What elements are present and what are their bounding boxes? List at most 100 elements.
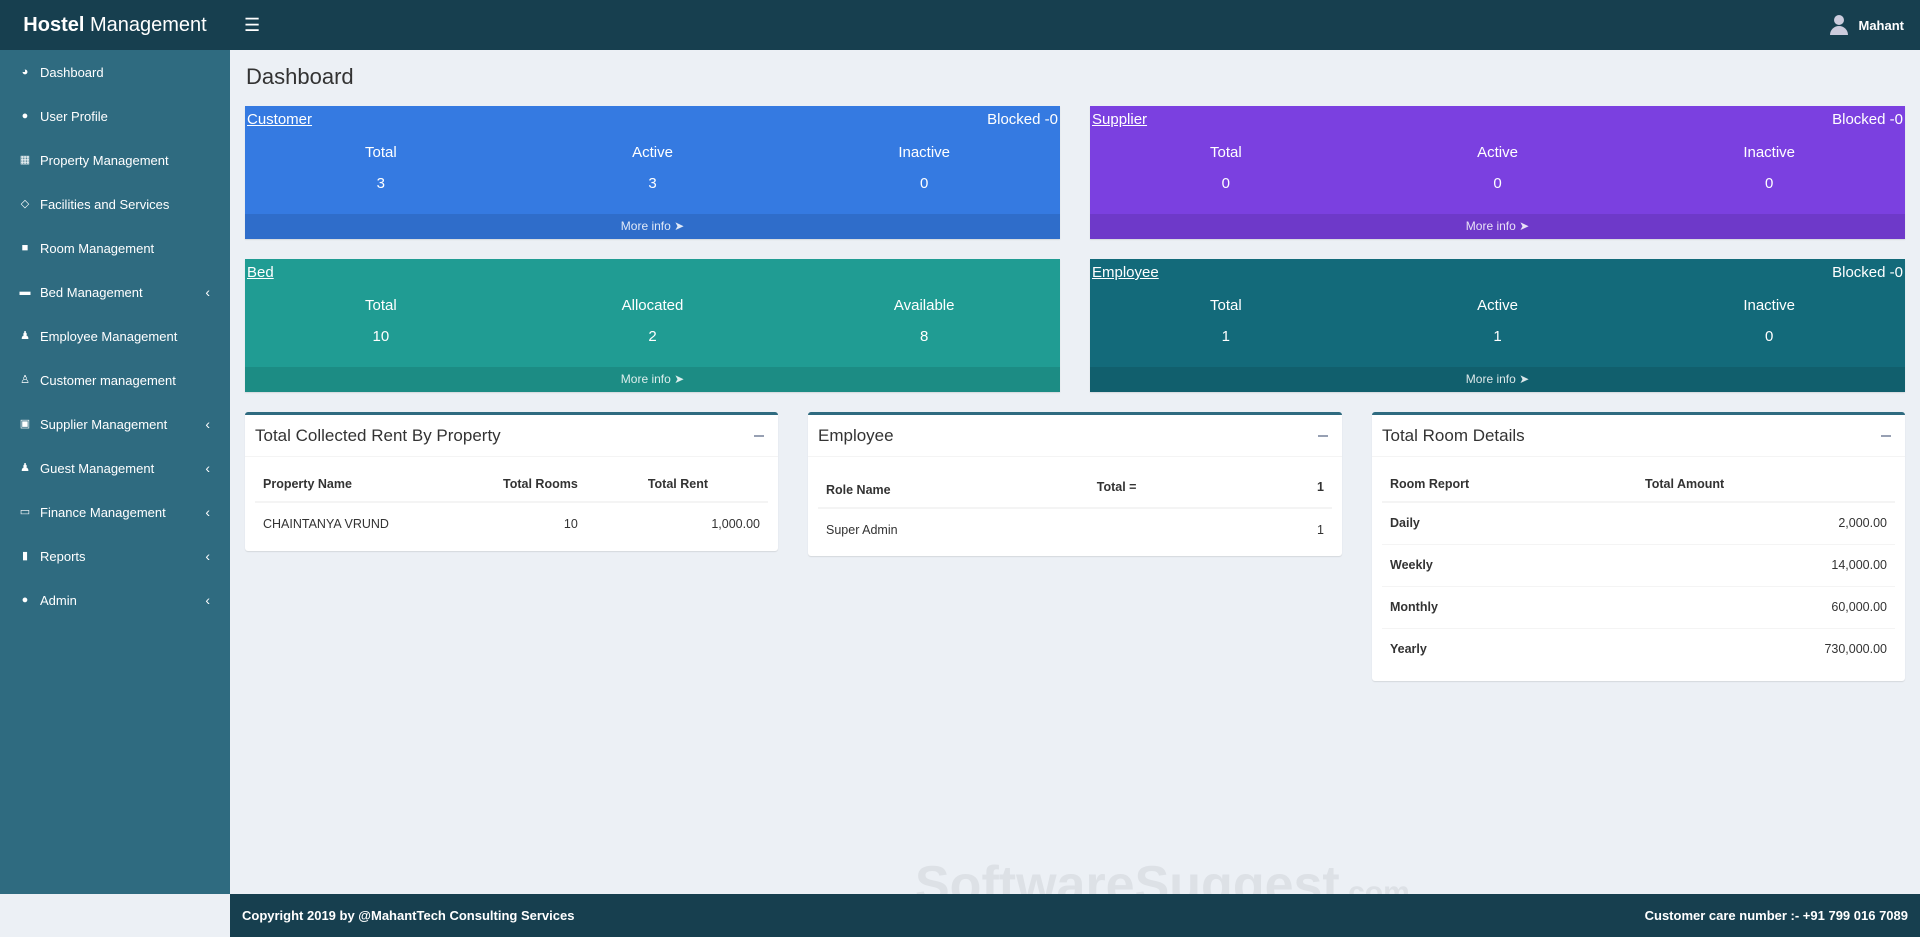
bed-link[interactable]: Bed: [247, 264, 274, 289]
blocked-count: Blocked -0: [1832, 111, 1903, 128]
brand-rest: Management: [89, 13, 207, 36]
stat-label: Active: [1477, 297, 1518, 314]
employee-link[interactable]: Employee: [1092, 264, 1159, 289]
supplier-link[interactable]: Supplier: [1092, 111, 1147, 136]
cell: Weekly: [1382, 543, 1637, 586]
more-info-link[interactable]: More info ➤: [245, 214, 1060, 239]
sidebar-item-facilities-and-services[interactable]: ◇ Facilities and Services: [0, 182, 230, 226]
sidebar-item-employee-management[interactable]: ♟ Employee Management: [0, 314, 230, 358]
stat-label: Inactive: [898, 144, 951, 161]
col-header: 1: [1261, 467, 1332, 509]
more-info-link[interactable]: More info ➤: [1090, 214, 1905, 239]
stat-label: Total: [1209, 297, 1242, 314]
sidebar-item-bed-management[interactable]: ▬ Bed Management ‹: [0, 270, 230, 314]
sidebar-item-dashboard[interactable]: ◕ Dashboard: [0, 50, 230, 94]
stat-column: Available 8: [788, 289, 1060, 367]
sidebar-item-label: Room Management: [40, 240, 155, 256]
sidebar-item-admin[interactable]: ● Admin ‹: [0, 578, 230, 622]
brand-logo[interactable]: Hostel Management: [0, 14, 230, 37]
sidebar-item-label: Property Management: [40, 152, 169, 168]
stat-column: Total 0: [1090, 136, 1362, 214]
user-icon: ●: [21, 110, 29, 122]
room-details-box: Total Room Details Room Report Total Amou…: [1372, 412, 1905, 681]
chevron-left-icon[interactable]: ‹: [205, 592, 210, 608]
sidebar-item-customer-management[interactable]: ♙ Customer management: [0, 358, 230, 402]
more-info-link[interactable]: More info ➤: [1090, 367, 1905, 392]
sidebar-item-user-profile[interactable]: ● User Profile: [0, 94, 230, 138]
box-title: Total Collected Rent By Property: [255, 425, 501, 445]
cell: 1,000.00: [585, 501, 768, 544]
col-header: Total Amount: [1637, 467, 1895, 503]
stat-value: 0: [1765, 328, 1774, 345]
blocked-count: Blocked -0: [987, 111, 1058, 128]
sidebar-item-label: Finance Management: [40, 504, 166, 520]
room-table: Room Report Total Amount Daily 2,000.00 Wee…: [1382, 467, 1895, 670]
money-icon: ▭: [19, 506, 31, 518]
top-navbar: Hostel Management ☰ Mahant: [0, 0, 1920, 50]
stat-value: 0: [920, 175, 929, 192]
table-row: CHAINTANYA VRUND 10 1,000.00: [255, 501, 768, 544]
users-icon: ♟: [20, 330, 30, 342]
stat-column: Active 3: [517, 136, 789, 214]
sidebar-item-guest-management[interactable]: ♟ Guest Management ‹: [0, 446, 230, 490]
sidebar: ◕ Dashboard ● User Profile ▦ Property Managem…: [0, 50, 230, 894]
chevron-left-icon[interactable]: ‹: [205, 416, 210, 432]
bed-icon: ▬: [19, 286, 31, 298]
user-plus-icon: ♙: [20, 374, 30, 386]
box-title: Employee: [818, 425, 894, 445]
stat-value: 8: [920, 328, 929, 345]
sidebar-item-label: Supplier Management: [40, 416, 168, 432]
arrow-circle-right-icon: ➤: [1519, 372, 1530, 386]
arrow-circle-right-icon: ➤: [674, 219, 685, 233]
stat-value: 1: [1221, 328, 1230, 345]
chevron-left-icon[interactable]: ‹: [205, 548, 210, 564]
collapse-icon[interactable]: [754, 435, 764, 437]
dashboard-icon: ◕: [21, 66, 29, 78]
user-menu[interactable]: Mahant: [1829, 0, 1904, 50]
sidebar-item-label: User Profile: [40, 108, 108, 124]
avatar-icon: [1829, 15, 1849, 35]
blocked-count: Blocked -0: [1832, 264, 1903, 281]
collapse-icon[interactable]: [1881, 435, 1891, 437]
chevron-left-icon[interactable]: ‹: [205, 504, 210, 520]
stat-column: Inactive 0: [1633, 136, 1905, 214]
stat-column: Total 1: [1090, 289, 1362, 367]
col-header: Total Rent: [585, 467, 768, 503]
more-info-link[interactable]: More info ➤: [245, 367, 1060, 392]
sidebar-item-label: Bed Management: [40, 284, 143, 300]
stat-column: Active 1: [1362, 289, 1634, 367]
cell: 730,000.00: [1637, 627, 1895, 670]
menu-toggle-icon[interactable]: ☰: [244, 15, 260, 36]
main-content: Dashboard Customer Blocked -0 Total 3 Active…: [230, 50, 1920, 914]
chevron-left-icon[interactable]: ‹: [205, 284, 210, 300]
sidebar-item-supplier-management[interactable]: ▣ Supplier Management ‹: [0, 402, 230, 446]
arrow-circle-right-icon: ➤: [674, 372, 685, 386]
chevron-left-icon[interactable]: ‹: [205, 460, 210, 476]
sidebar-item-reports[interactable]: ▮ Reports ‹: [0, 534, 230, 578]
more-info-label: More info: [620, 219, 671, 233]
rent-table: Property Name Total Rooms Total Rent CHAIN…: [255, 467, 768, 544]
sidebar-item-property-management[interactable]: ▦ Property Management: [0, 138, 230, 182]
sidebar-item-label: Guest Management: [40, 460, 155, 476]
stat-label: Total: [364, 297, 397, 314]
sidebar-item-finance-management[interactable]: ▭ Finance Management ‹: [0, 490, 230, 534]
stat-label: Active: [632, 144, 673, 161]
stat-value: 3: [376, 175, 385, 192]
rent-by-property-box: Total Collected Rent By Property Propert…: [245, 412, 778, 551]
collapse-icon[interactable]: [1318, 435, 1328, 437]
copyright-text: Copyright 2019 by @MahantTech Consulting…: [242, 908, 575, 923]
sidebar-item-room-management[interactable]: ■ Room Management: [0, 226, 230, 270]
cell: CHAINTANYA VRUND: [255, 501, 457, 544]
stat-label: Total: [364, 144, 397, 161]
stat-column: Total 10: [245, 289, 517, 367]
customer-link[interactable]: Customer: [247, 111, 312, 136]
col-header: Property Name: [255, 467, 457, 503]
stat-label: Allocated: [621, 297, 684, 314]
stat-value: 0: [1221, 175, 1230, 192]
building-icon: ▦: [19, 154, 31, 166]
col-header: Room Report: [1382, 467, 1637, 503]
table-row: Super Admin 1: [818, 507, 1332, 550]
cell: Monthly: [1382, 585, 1637, 628]
table-row: Weekly 14,000.00: [1382, 543, 1895, 586]
more-info-label: More info: [620, 372, 671, 386]
